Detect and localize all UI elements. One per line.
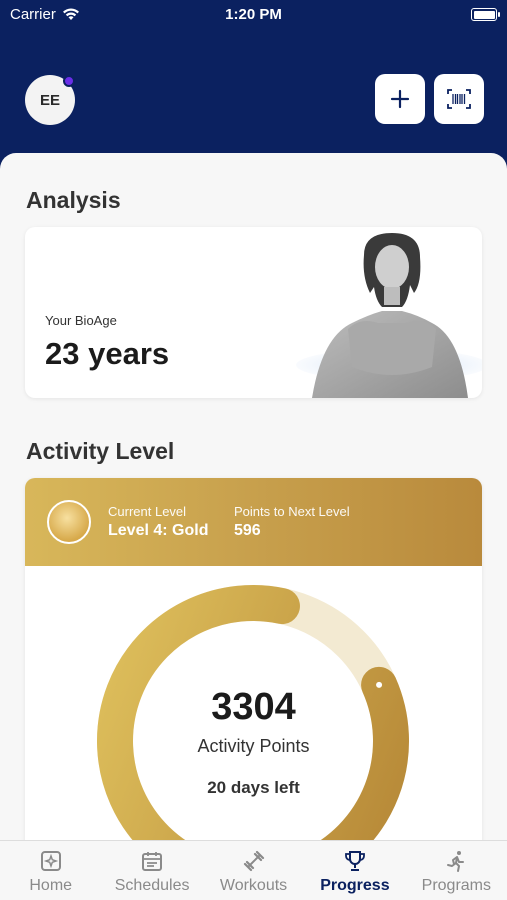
activity-points-value: 3304	[211, 686, 296, 728]
status-time: 1:20 PM	[225, 6, 282, 23]
tab-schedules-label: Schedules	[114, 877, 190, 894]
tab-progress-label: Progress	[320, 877, 390, 894]
analysis-title: Analysis	[26, 187, 121, 213]
avatar[interactable]: EE	[25, 75, 75, 125]
activity-title: Activity Level	[26, 438, 175, 464]
content-sheet: Analysis Your BioAge 23 years Activity L…	[0, 153, 507, 900]
barcode-scan-icon	[447, 89, 471, 109]
tab-programs[interactable]: Programs	[406, 841, 507, 900]
dumbbell-icon	[243, 850, 264, 872]
notification-dot	[63, 75, 75, 87]
next-level-label: Points to Next Level	[234, 504, 350, 519]
bioage-value: 23 years	[45, 336, 170, 371]
calendar-icon	[142, 852, 163, 871]
trophy-icon	[345, 851, 365, 871]
body-figure-image	[296, 233, 482, 398]
activity-card[interactable]: Current Level Level 4: Gold Points to Ne…	[25, 478, 482, 900]
add-button[interactable]	[375, 74, 425, 124]
current-level: Current Level Level 4: Gold	[108, 504, 208, 540]
current-level-label: Current Level	[108, 504, 187, 519]
tab-schedules[interactable]: Schedules	[101, 841, 202, 900]
running-icon	[447, 851, 465, 872]
tab-home-label: Home	[29, 877, 73, 894]
tab-home[interactable]: Home	[0, 841, 101, 900]
plus-icon	[390, 89, 410, 109]
gold-badge-icon	[47, 500, 91, 544]
status-bar: Carrier 1:20 PM	[0, 0, 507, 30]
days-left: 20 days left	[207, 778, 300, 797]
next-level: Points to Next Level 596	[234, 504, 350, 540]
tab-workouts[interactable]: Workouts	[203, 841, 304, 900]
current-level-value: Level 4: Gold	[108, 522, 209, 539]
battery-icon	[471, 8, 500, 21]
tab-workouts-label: Workouts	[219, 877, 288, 894]
next-level-value: 596	[234, 522, 261, 539]
activity-points-label: Activity Points	[197, 736, 310, 756]
avatar-initials: EE	[39, 91, 60, 109]
tab-progress[interactable]: Progress	[304, 841, 405, 900]
home-icon	[40, 851, 61, 871]
tab-bar: Home Schedules Workouts Progress Program…	[0, 840, 507, 900]
bioage-card[interactable]: Your BioAge 23 years	[25, 227, 482, 398]
tab-programs-label: Programs	[421, 877, 491, 894]
level-banner: Current Level Level 4: Gold Points to Ne…	[25, 478, 482, 566]
scan-button[interactable]	[434, 74, 484, 124]
bioage-label: Your BioAge	[45, 313, 117, 328]
